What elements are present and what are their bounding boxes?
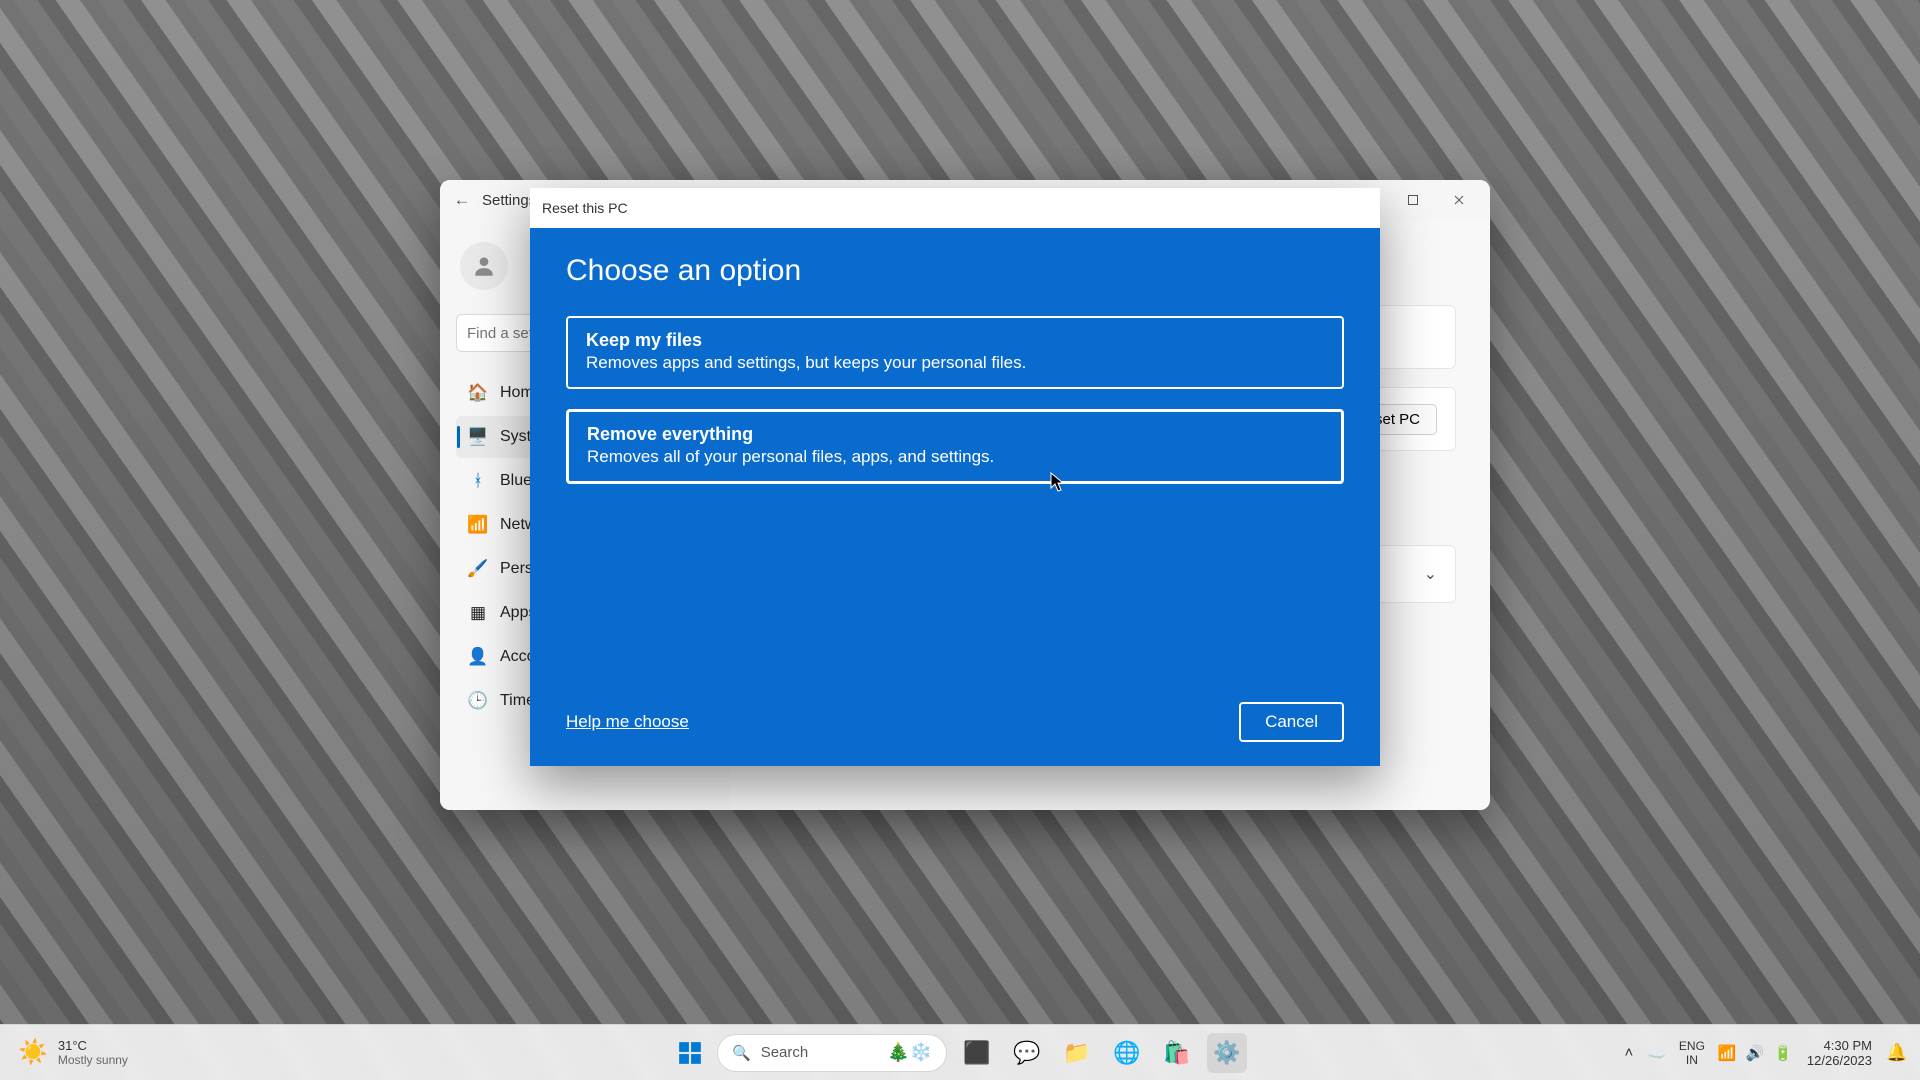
store-button[interactable]: 🛍️ xyxy=(1157,1033,1197,1073)
onedrive-icon[interactable]: ☁️ xyxy=(1645,1044,1669,1062)
option-desc: Removes apps and settings, but keeps you… xyxy=(586,353,1324,373)
notification-icon[interactable]: 🔔 xyxy=(1884,1043,1910,1063)
apps-icon: ▦ xyxy=(468,603,488,623)
brush-icon: 🖌️ xyxy=(468,559,488,579)
volume-icon[interactable]: 🔊 xyxy=(1743,1044,1767,1062)
cancel-button[interactable]: Cancel xyxy=(1239,702,1344,742)
language-indicator[interactable]: ENG IN xyxy=(1673,1039,1711,1067)
weather-temp: 31°C xyxy=(58,1038,128,1053)
edge-button[interactable]: 🌐 xyxy=(1107,1033,1147,1073)
chevron-down-icon: ⌄ xyxy=(1424,564,1437,584)
task-search[interactable]: 🔍 Search 🎄❄️ xyxy=(717,1034,947,1072)
option-title: Keep my files xyxy=(586,330,1324,351)
search-icon: 🔍 xyxy=(732,1044,751,1062)
task-view-button[interactable]: ⬛ xyxy=(957,1033,997,1073)
file-explorer-button[interactable]: 📁 xyxy=(1057,1033,1097,1073)
weather-widget[interactable]: ☀️ 31°C Mostly sunny xyxy=(0,1038,146,1068)
home-icon: 🏠 xyxy=(468,383,488,403)
chat-button[interactable]: 💬 xyxy=(1007,1033,1047,1073)
help-me-choose-link[interactable]: Help me choose xyxy=(566,712,689,732)
wifi-icon: 📶 xyxy=(468,515,488,535)
system-tray: ˄ ☁️ ENG IN 📶 🔊 🔋 4:30 PM 12/26/2023 🔔 xyxy=(1617,1038,1920,1068)
close-button[interactable] xyxy=(1436,180,1482,220)
option-desc: Removes all of your personal files, apps… xyxy=(587,447,1323,467)
reset-modal: Reset this PC Choose an option Keep my f… xyxy=(530,188,1380,766)
option-keep-files[interactable]: Keep my files Removes apps and settings,… xyxy=(566,316,1344,389)
back-icon[interactable]: ← xyxy=(448,190,476,210)
start-button[interactable] xyxy=(673,1036,707,1070)
clock-icon: 🕒 xyxy=(468,691,488,711)
taskbar: ☀️ 31°C Mostly sunny 🔍 Search 🎄❄️ ⬛ xyxy=(0,1024,1920,1080)
clock[interactable]: 4:30 PM 12/26/2023 xyxy=(1799,1038,1880,1068)
modal-heading: Choose an option xyxy=(566,254,1344,288)
chevron-up-icon[interactable]: ˄ xyxy=(1617,1044,1641,1061)
desktop: ← Settings xyxy=(0,0,1920,1080)
settings-taskbar-button[interactable]: ⚙️ xyxy=(1207,1033,1247,1073)
option-title: Remove everything xyxy=(587,424,1323,445)
sun-icon: ☀️ xyxy=(18,1038,48,1067)
bluetooth-icon: ᚼ xyxy=(468,471,488,491)
search-decor-icon: 🎄❄️ xyxy=(887,1042,932,1063)
modal-title: Reset this PC xyxy=(530,188,1380,228)
maximize-button[interactable] xyxy=(1390,180,1436,220)
system-icon: 🖥️ xyxy=(468,427,488,447)
option-remove-everything[interactable]: Remove everything Removes all of your pe… xyxy=(566,409,1344,484)
avatar[interactable] xyxy=(460,242,508,290)
battery-icon[interactable]: 🔋 xyxy=(1771,1044,1795,1062)
task-search-placeholder: Search xyxy=(761,1044,809,1061)
wifi-tray-icon[interactable]: 📶 xyxy=(1715,1044,1739,1062)
person-icon: 👤 xyxy=(468,647,488,667)
weather-desc: Mostly sunny xyxy=(58,1053,128,1068)
window-title: Settings xyxy=(482,192,536,209)
